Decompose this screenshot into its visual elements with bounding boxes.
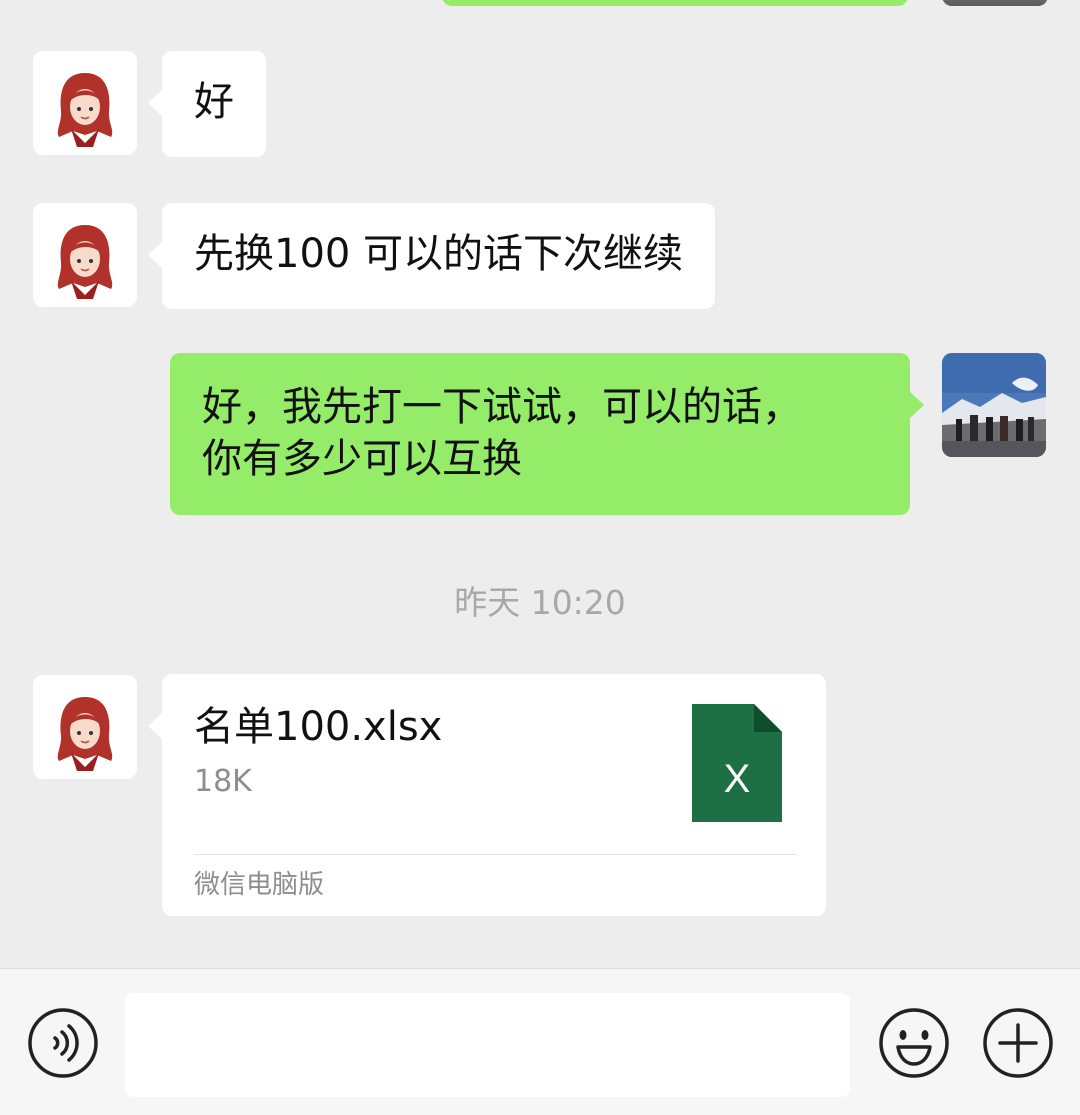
message-text: 先换100 可以的话下次继续 bbox=[194, 231, 684, 277]
incoming-message-bubble[interactable]: 先换100 可以的话下次继续 bbox=[147, 203, 716, 309]
message-text: 好 bbox=[194, 79, 234, 125]
contact-avatar[interactable] bbox=[33, 203, 137, 307]
file-size: 18K bbox=[194, 764, 252, 799]
contact-avatar[interactable] bbox=[33, 675, 137, 779]
voice-icon[interactable] bbox=[27, 1007, 99, 1079]
message-text-line-2: 你有多少可以互换 bbox=[202, 436, 522, 482]
emoji-icon[interactable] bbox=[878, 1007, 950, 1079]
contact-avatar[interactable] bbox=[33, 51, 137, 155]
incoming-message-bubble[interactable]: 好 bbox=[148, 51, 266, 157]
input-bar bbox=[0, 968, 1080, 1115]
message-input[interactable] bbox=[125, 993, 850, 1097]
previous-outgoing-bubble bbox=[442, 0, 908, 6]
excel-file-icon: X bbox=[692, 704, 782, 822]
timestamp: 昨天 10:20 bbox=[454, 583, 626, 622]
svg-text:X: X bbox=[724, 757, 751, 801]
file-source-label: 微信电脑版 bbox=[194, 870, 325, 900]
previous-user-avatar bbox=[942, 0, 1048, 6]
chat-area[interactable]: 好 先换100 可以的话下次继续 好，我先打一下试试，可以的话， 你有多少可以互… bbox=[0, 0, 1080, 968]
user-avatar[interactable] bbox=[942, 353, 1046, 457]
file-name: 名单100.xlsx bbox=[194, 704, 443, 750]
file-message-card[interactable]: 名单100.xlsx 18K X 微信电脑版 bbox=[148, 674, 826, 916]
file-card-divider bbox=[194, 854, 796, 855]
plus-icon[interactable] bbox=[982, 1007, 1054, 1079]
message-text-line-1: 好，我先打一下试试，可以的话， bbox=[202, 384, 802, 430]
outgoing-message-bubble[interactable]: 好，我先打一下试试，可以的话， 你有多少可以互换 bbox=[170, 353, 924, 515]
